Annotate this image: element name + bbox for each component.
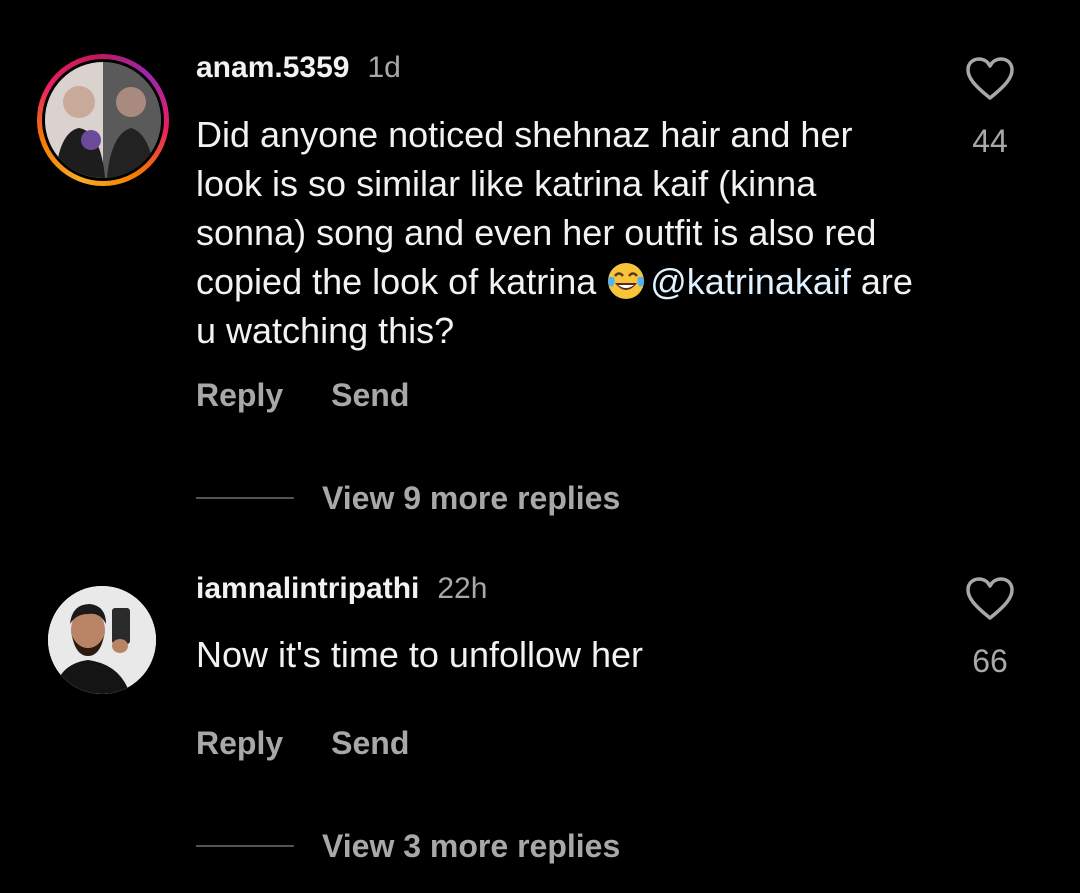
send-button[interactable]: Send	[331, 377, 409, 413]
comment-actions: Reply Send	[196, 724, 409, 762]
like-count: 66	[972, 643, 1008, 679]
reply-button[interactable]: Reply	[196, 725, 283, 761]
comment-text: Now it's time to unfollow her	[196, 634, 644, 675]
send-button[interactable]: Send	[331, 725, 409, 761]
username[interactable]: iamnalintripathi	[196, 572, 419, 605]
replies-divider	[196, 845, 294, 847]
comment-header: iamnalintripathi 22h	[196, 571, 487, 607]
avatar[interactable]	[48, 586, 156, 694]
like-control: 66	[950, 576, 1030, 680]
view-replies-label: View 3 more replies	[322, 827, 621, 864]
reply-button[interactable]: Reply	[196, 377, 283, 413]
view-replies-label: View 9 more replies	[322, 479, 621, 516]
timestamp: 22h	[437, 572, 488, 605]
heart-outline-icon[interactable]	[965, 576, 1015, 622]
replies-divider	[196, 497, 294, 499]
view-replies-button[interactable]: View 3 more replies	[196, 826, 620, 866]
comment-actions: Reply Send	[196, 376, 409, 414]
comment-item: iamnalintripathi 22h Now it's time to unf…	[0, 0, 1080, 864]
view-replies-button[interactable]: View 9 more replies	[196, 478, 620, 518]
